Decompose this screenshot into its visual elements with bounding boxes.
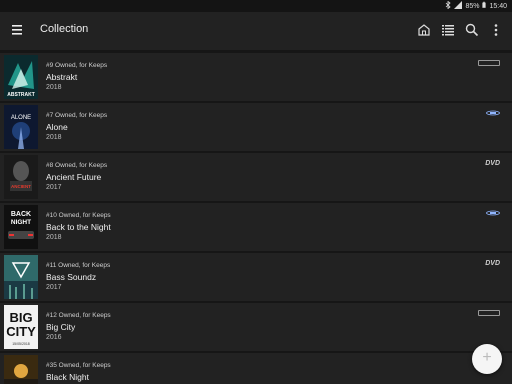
owned-status: #35 Owned, for Keeps xyxy=(46,362,111,369)
status-bar: 85% 15:40 xyxy=(0,0,512,12)
more-vert-icon[interactable] xyxy=(488,22,504,38)
item-title: Alone xyxy=(46,122,68,132)
collection-list: ABSTRAKT #9 Owned, for Keeps Abstrakt 20… xyxy=(0,50,512,384)
cover-text: ABSTRAKT xyxy=(7,92,35,98)
page-title: Collection xyxy=(40,23,89,35)
clock: 15:40 xyxy=(489,2,507,10)
search-icon[interactable] xyxy=(464,22,480,38)
blu-ray-icon xyxy=(486,110,500,118)
list-item[interactable]: #35 Owned, for Keeps Black Night 2017 xyxy=(0,353,512,384)
item-title: Abstrakt xyxy=(46,72,78,82)
item-title: Back to the Night xyxy=(46,222,111,232)
item-year: 2017 xyxy=(46,284,62,291)
cover-image xyxy=(4,255,38,299)
owned-status: #8 Owned, for Keeps xyxy=(46,162,108,169)
cover-image: ALONE xyxy=(4,105,38,149)
cover-image: BACK NIGHT xyxy=(4,205,38,249)
cover-text: CITY xyxy=(6,324,36,339)
add-item-button[interactable]: + xyxy=(472,344,502,374)
bluetooth-icon xyxy=(445,0,452,11)
cover-text: 15/05/2018 xyxy=(12,342,30,346)
owned-status: #9 Owned, for Keeps xyxy=(46,62,108,69)
dvd-icon: DVD xyxy=(485,260,500,267)
item-title: Big City xyxy=(46,322,76,332)
list-item[interactable]: BIG CITY 15/05/2018 #12 Owned, for Keeps… xyxy=(0,303,512,351)
status-icons: 85% 15:40 xyxy=(445,0,507,11)
list-item[interactable]: ANCIENT #8 Owned, for Keeps Ancient Futu… xyxy=(0,153,512,201)
owned-status: #10 Owned, for Keeps xyxy=(46,212,111,219)
item-year: 2018 xyxy=(46,134,62,141)
item-year: 2018 xyxy=(46,234,62,241)
cover-text: BACK xyxy=(11,211,31,218)
app-bar: Collection xyxy=(0,12,512,50)
signal-icon xyxy=(454,1,463,11)
list-item[interactable]: BACK NIGHT #10 Owned, for Keeps Back to … xyxy=(0,203,512,251)
cover-text: NIGHT xyxy=(11,219,31,226)
list-item[interactable]: ALONE #7 Owned, for Keeps Alone 2018 xyxy=(0,103,512,151)
cover-image: BIG CITY 15/05/2018 xyxy=(4,305,38,349)
item-title: Bass Soundz xyxy=(46,272,97,282)
menu-icon[interactable] xyxy=(10,23,26,37)
cover-image xyxy=(4,355,38,384)
list-item[interactable]: ABSTRAKT #9 Owned, for Keeps Abstrakt 20… xyxy=(0,53,512,101)
cover-text: BIG xyxy=(9,310,32,325)
home-icon[interactable] xyxy=(416,22,432,38)
owned-status: #11 Owned, for Keeps xyxy=(46,262,111,269)
item-title: Black Night xyxy=(46,372,89,382)
hd-dvd-icon xyxy=(478,310,500,316)
item-year: 2016 xyxy=(46,334,62,341)
blu-ray-icon xyxy=(486,210,500,218)
cover-text: ANCIENT xyxy=(11,184,31,189)
cover-image: ANCIENT xyxy=(4,155,38,199)
dvd-icon: DVD xyxy=(485,160,500,167)
list-view-icon[interactable] xyxy=(440,22,456,38)
item-year: 2018 xyxy=(46,84,62,91)
item-title: Ancient Future xyxy=(46,172,102,182)
list-item[interactable]: #11 Owned, for Keeps Bass Soundz 2017 DV… xyxy=(0,253,512,301)
item-year: 2017 xyxy=(46,184,62,191)
add-icon: + xyxy=(482,349,492,366)
owned-status: #12 Owned, for Keeps xyxy=(46,312,111,319)
hd-dvd-icon xyxy=(478,60,500,66)
cover-image: ABSTRAKT xyxy=(4,55,38,99)
battery-icon xyxy=(482,1,487,11)
battery-percent: 85% xyxy=(465,2,480,10)
cover-text: ALONE xyxy=(11,115,31,121)
owned-status: #7 Owned, for Keeps xyxy=(46,112,108,119)
